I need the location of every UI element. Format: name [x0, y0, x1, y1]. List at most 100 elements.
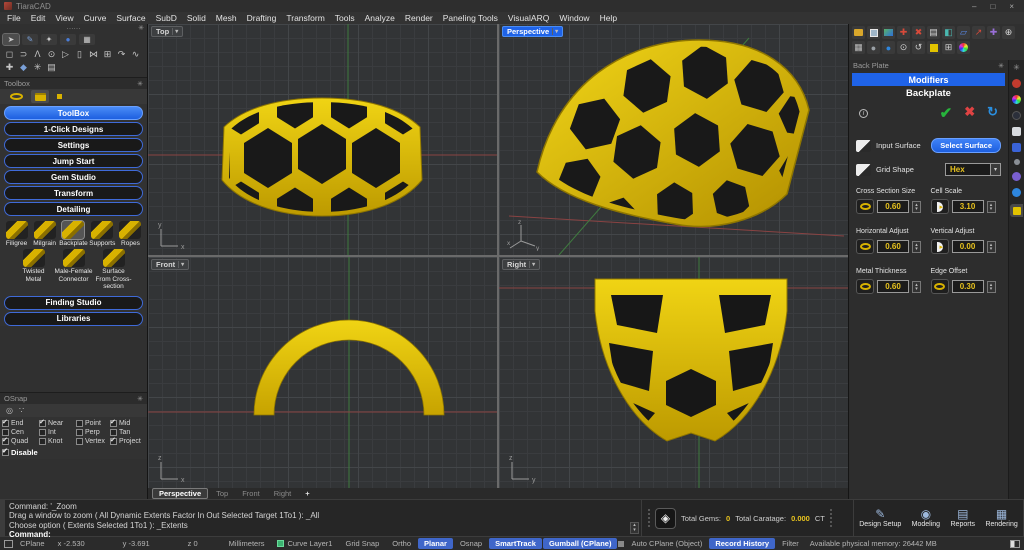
panel-tab-icon[interactable]	[1012, 143, 1021, 152]
tab-right[interactable]: Right	[268, 489, 298, 498]
refresh-icon[interactable]: ↻	[987, 104, 998, 122]
edge-offset-input[interactable]: 0.30	[952, 280, 984, 293]
chevron-down-icon[interactable]: ▾	[172, 28, 178, 35]
design-setup-button[interactable]: ✎Design Setup	[859, 508, 901, 528]
viewport-right-label[interactable]: Right▾	[502, 259, 540, 270]
cell-scale-input[interactable]: 3.10	[952, 200, 984, 213]
gem-studio-button[interactable]: Gem Studio	[4, 170, 143, 184]
cplane-icon[interactable]: ▱	[957, 26, 970, 39]
osnap-mid[interactable]: Mid	[110, 420, 146, 427]
stepper[interactable]: ▴▾	[987, 201, 996, 213]
gear-icon[interactable]: ✳	[138, 24, 144, 32]
panel-tab-icon[interactable]	[1012, 79, 1021, 88]
osnap-disable[interactable]: Disable	[0, 446, 147, 459]
loft-tool-icon[interactable]: ⋈	[87, 48, 100, 60]
menu-view[interactable]: View	[50, 13, 78, 23]
checkbox[interactable]	[2, 429, 9, 436]
panel-tab-icon[interactable]	[1012, 111, 1021, 120]
gear-icon[interactable]: ✳	[137, 395, 143, 403]
pencil-tool-icon[interactable]: ✎	[22, 34, 38, 45]
checkbox[interactable]	[2, 420, 9, 427]
cross-tool-icon[interactable]: ✚	[3, 61, 16, 73]
grid-snap-tool-icon[interactable]: ⊞	[101, 48, 114, 60]
milgrain-tool[interactable]: Milgrain	[31, 221, 58, 247]
command-area[interactable]: Command: '_Zoom Drag a window to zoom ( …	[0, 499, 642, 537]
select-surface-button[interactable]: Select Surface	[931, 138, 1001, 153]
one-click-designs-button[interactable]: 1-Click Designs	[4, 122, 143, 136]
vertical-adjust-input[interactable]: 0.00	[952, 240, 984, 253]
viewport-perspective[interactable]: Perspective▾	[499, 24, 848, 255]
grid-icon[interactable]: ⊞	[942, 41, 955, 54]
panel-tab-icon[interactable]	[1014, 159, 1020, 165]
supports-tool[interactable]: Supports	[89, 221, 116, 247]
toggle-filter[interactable]: Filter	[776, 538, 805, 549]
toolbar-drag-handle[interactable]: ⋯⋯✳	[0, 24, 147, 33]
finding-studio-button[interactable]: Finding Studio	[4, 296, 143, 310]
pointer-tool-icon[interactable]: ➤	[3, 34, 19, 45]
checkbox[interactable]	[110, 429, 117, 436]
close-button[interactable]: ×	[1009, 2, 1014, 11]
ropes-tool[interactable]: Ropes	[117, 221, 144, 247]
modeling-button[interactable]: ◉Modeling	[912, 508, 940, 528]
color-wheel-panel-icon[interactable]	[1012, 95, 1021, 104]
checkbox[interactable]	[2, 438, 9, 445]
backplate-tool[interactable]: Backplate	[59, 221, 88, 247]
plane-tool-icon[interactable]: ▯	[73, 48, 86, 60]
menu-mesh[interactable]: Mesh	[211, 13, 242, 23]
units-display[interactable]: Millimeters	[223, 539, 271, 548]
toggle-gumball[interactable]: Gumball (CPlane)	[543, 538, 618, 549]
gem-tool-icon[interactable]: ◆	[17, 61, 30, 73]
osnap-tan[interactable]: Tan	[110, 429, 146, 436]
reports-button[interactable]: ▤Reports	[951, 508, 976, 528]
tab-perspective[interactable]: Perspective	[152, 488, 208, 499]
circle-tool-icon[interactable]: ⊙	[45, 48, 58, 60]
stepper[interactable]: ▴▾	[987, 241, 996, 253]
pin-icon[interactable]: ✚	[987, 26, 1000, 39]
grid-tool-icon[interactable]: ▦	[79, 34, 95, 45]
chevron-down-icon[interactable]: ▾	[529, 261, 535, 268]
info-icon[interactable]: i	[859, 109, 868, 118]
toggle-planar[interactable]: Planar	[418, 538, 453, 549]
settings-button[interactable]: Settings	[4, 138, 143, 152]
active-panel-tab-icon[interactable]	[1010, 204, 1023, 217]
osnap-points-tab-icon[interactable]: ∵	[19, 406, 24, 415]
menu-drafting[interactable]: Drafting	[242, 13, 282, 23]
cplane-checkbox-icon[interactable]	[4, 540, 13, 548]
osnap-point[interactable]: Point	[76, 420, 110, 427]
mesh-icon[interactable]: ▦	[852, 41, 865, 54]
ring-tab-icon[interactable]	[10, 93, 23, 100]
osnap-near[interactable]: Near	[39, 420, 76, 427]
color-wheel-icon[interactable]	[957, 41, 970, 54]
checkbox[interactable]	[39, 420, 46, 427]
modifiers-button[interactable]: Modifiers	[852, 73, 1005, 86]
menu-curve[interactable]: Curve	[79, 13, 112, 23]
toggle-record-history[interactable]: Record History	[709, 538, 775, 549]
command-scrollbar[interactable]	[1, 500, 5, 536]
viewport-top-label[interactable]: Top▾	[151, 26, 183, 37]
menu-subd[interactable]: SubD	[151, 13, 182, 23]
cross-section-size-input[interactable]: 0.60	[877, 200, 909, 213]
export-icon[interactable]: ↗	[972, 26, 985, 39]
horizontal-adjust-input[interactable]: 0.60	[877, 240, 909, 253]
menu-window[interactable]: Window	[554, 13, 594, 23]
filigree-tool[interactable]: Filigree	[3, 221, 30, 247]
undo-icon[interactable]: ↺	[912, 41, 925, 54]
maximize-button[interactable]: □	[990, 2, 995, 11]
osnap-quad[interactable]: Quad	[2, 438, 39, 445]
flower-tool-icon[interactable]: ✳	[31, 61, 44, 73]
move-icon[interactable]: ✚	[897, 26, 910, 39]
current-layer[interactable]: Curve Layer1	[271, 539, 338, 548]
transform-button[interactable]: Transform	[4, 186, 143, 200]
osnap-knot[interactable]: Knot	[39, 438, 76, 445]
menu-solid[interactable]: Solid	[182, 13, 211, 23]
menu-render[interactable]: Render	[400, 13, 438, 23]
sphere-tool-icon[interactable]: ●	[60, 34, 76, 45]
osnap-perp[interactable]: Perp	[76, 429, 110, 436]
flip-icon[interactable]: ◧	[942, 26, 955, 39]
display-panel-icon[interactable]	[1012, 127, 1021, 136]
drag-handle[interactable]	[830, 509, 832, 527]
checkbox[interactable]	[39, 438, 46, 445]
metal-thickness-input[interactable]: 0.60	[877, 280, 909, 293]
gear-icon[interactable]: ✳	[998, 62, 1004, 70]
checkbox[interactable]	[76, 438, 83, 445]
